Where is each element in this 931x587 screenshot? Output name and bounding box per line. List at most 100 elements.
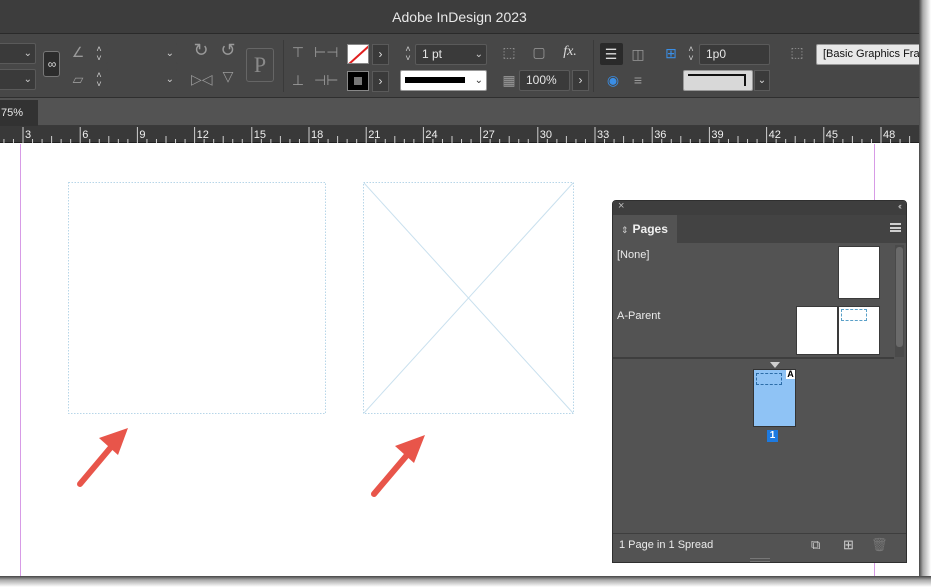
stroke-swatch-icon[interactable] [347, 71, 369, 91]
stroke-weight-field[interactable]: 1 pt ⌄ [415, 44, 487, 65]
window-shadow-right [919, 0, 931, 587]
control-bar: ⌄ ⌄ ∞ ∠ ▱ ˄ ˅ ˄ ˅ ⌄ ⌄ ↻ ↺ ▷◁ ▽ P ⊤ ⊢⊣ ⊥ ⊣⊢… [0, 34, 926, 98]
corner-shape-preview [688, 74, 746, 86]
object-style-value: [Basic Graphics Frame] [823, 48, 925, 60]
text-wrap-none-button[interactable]: ☰ [600, 43, 623, 65]
parent-none-thumbnail[interactable] [838, 246, 880, 299]
height-field[interactable]: ⌄ [0, 69, 36, 90]
fill-swatch-icon[interactable] [347, 44, 369, 64]
fill-menu-button[interactable]: › [372, 44, 389, 65]
corner-shape-dropdown[interactable] [683, 70, 753, 91]
app-window: Adobe InDesign 2023 ⌄ ⌄ ∞ ∠ ▱ ˄ ˅ ˄ ˅ ⌄ ⌄ … [0, 0, 931, 587]
text-wrap-bounding-icon[interactable]: ◫ [629, 46, 647, 62]
window-shadow-bottom [0, 576, 931, 587]
gap-tool-icon[interactable]: ⊞ [662, 45, 680, 61]
corner-shape-menu-button[interactable]: ⌄ [754, 70, 770, 91]
parent-a-label[interactable]: A-Parent [617, 310, 660, 322]
panel-resize-grip[interactable] [750, 558, 770, 562]
opacity-field[interactable]: 100% [519, 70, 570, 91]
ruler-label: 45 [826, 129, 838, 141]
rotation-stepper[interactable]: ˄ ˅ [93, 45, 105, 64]
ruler-label: 15 [254, 129, 266, 141]
thumbnail-frame-marks [841, 309, 867, 321]
ruler-label: 12 [197, 129, 209, 141]
zoom-level: 75% [1, 107, 24, 119]
parent-a-right-thumbnail[interactable] [838, 306, 880, 355]
stroke-type-dropdown[interactable]: ⌄ [400, 70, 487, 91]
page-number-badge[interactable]: 1 [767, 430, 778, 442]
text-wrap-shape-icon[interactable]: ◉ [604, 72, 622, 88]
panel-divider[interactable] [613, 357, 894, 359]
document-tab[interactable]: 75% [0, 100, 38, 126]
edit-page-size-icon[interactable]: ⧉ [811, 537, 820, 553]
panel-footer: 1 Page in 1 Spread ⧉ ⊞ 🗑 [613, 533, 906, 557]
opacity-menu-button[interactable]: › [572, 70, 589, 91]
ruler-label: 6 [82, 129, 88, 141]
flip-vertical-icon[interactable]: ▽ [218, 68, 238, 84]
ruler-label: 36 [654, 129, 666, 141]
thumbnail-frame-marks [756, 373, 782, 385]
app-title: Adobe InDesign 2023 [392, 9, 527, 25]
select-next-object-icon[interactable]: ⊢⊣ [314, 44, 338, 60]
page-count-status: 1 Page in 1 Spread [619, 539, 714, 551]
parent-a-left-thumbnail[interactable] [796, 306, 838, 355]
ruler-label: 33 [597, 129, 609, 141]
ruler-label: 9 [139, 129, 145, 141]
frame-fitting-icon[interactable]: ⬚ [500, 44, 518, 60]
reference-point-p-icon: P [246, 48, 274, 82]
rotation-angle-field[interactable]: ⌄ [106, 43, 178, 64]
title-bar: Adobe InDesign 2023 [0, 0, 919, 34]
spacing-stepper[interactable]: ˄ ˅ [685, 45, 697, 64]
ruler-label: 3 [25, 129, 31, 141]
shear-stepper[interactable]: ˄ ˅ [93, 71, 105, 90]
pages-panel: × ‹‹ ⇕ Pages [None] A-Parent A 1 1 Page i… [612, 200, 907, 563]
chain-link-icon: ∞ [47, 57, 57, 71]
tab-pages[interactable]: ⇕ Pages [613, 215, 677, 243]
stroke-type-preview [405, 77, 465, 83]
panel-menu-icon[interactable] [890, 223, 901, 232]
parent-none-label[interactable]: [None] [617, 249, 649, 261]
text-wrap-jump-icon[interactable]: ≡ [629, 72, 647, 88]
horizontal-ruler[interactable]: 3 6 9 12 15 18 21 24 27 30 33 36 39 42 45 48 [0, 126, 919, 143]
object-style-icon[interactable]: ⬚ [787, 44, 807, 60]
ruler-ticks: 3 6 9 12 15 18 21 24 27 30 33 36 39 42 45 48 [3, 127, 911, 143]
ruler-label: 39 [711, 129, 723, 141]
rotate-ccw-icon[interactable]: ↺ [218, 41, 238, 59]
expand-collapse-icon: ⇕ [621, 225, 629, 235]
document-tab-bar: 75% [0, 98, 919, 126]
scrollbar-thumb[interactable] [896, 247, 903, 347]
constrain-proportions-button[interactable]: ∞ [43, 51, 60, 77]
stroke-menu-button[interactable]: › [372, 71, 389, 92]
ruler-label: 24 [425, 129, 437, 141]
spacing-value: 1p0 [706, 47, 727, 61]
ruler-label: 48 [883, 129, 895, 141]
select-previous-object-icon[interactable]: ⊣⊢ [314, 72, 338, 88]
ruler-label: 30 [540, 129, 552, 141]
fx-icon[interactable]: fx. [559, 44, 581, 60]
parents-scrollbar[interactable] [895, 245, 904, 357]
collapse-panel-icon[interactable]: ‹‹ [898, 201, 902, 211]
flip-horizontal-icon[interactable]: ▷◁ [191, 71, 213, 87]
drop-shadow-icon[interactable]: ▢ [530, 44, 548, 60]
graphics-frame[interactable] [363, 182, 574, 414]
align-icon: ☰ [604, 46, 618, 62]
shear-angle-field[interactable]: ⌄ [106, 69, 178, 90]
spacing-field[interactable]: 1p0 [699, 44, 770, 65]
stroke-weight-stepper[interactable]: ˄ ˅ [402, 45, 414, 64]
select-content-icon[interactable]: ⊥ [290, 72, 306, 88]
rotate-cw-icon[interactable]: ↻ [191, 41, 211, 59]
stroke-weight-value: 1 pt [422, 47, 443, 61]
object-style-dropdown[interactable]: [Basic Graphics Frame] [816, 44, 926, 65]
new-page-icon[interactable]: ⊞ [843, 537, 854, 553]
separator [283, 40, 284, 92]
shear-angle-icon: ▱ [72, 71, 84, 87]
close-icon[interactable]: × [618, 200, 624, 212]
delete-page-icon[interactable]: 🗑 [871, 537, 888, 553]
select-container-icon[interactable]: ⊤ [290, 44, 306, 60]
ruler-label: 18 [311, 129, 323, 141]
width-field[interactable]: ⌄ [0, 43, 36, 64]
panel-title-strip: × ‹‹ [613, 200, 906, 215]
ruler-label: 21 [368, 129, 380, 141]
separator [593, 40, 594, 92]
empty-frame[interactable] [68, 182, 326, 414]
